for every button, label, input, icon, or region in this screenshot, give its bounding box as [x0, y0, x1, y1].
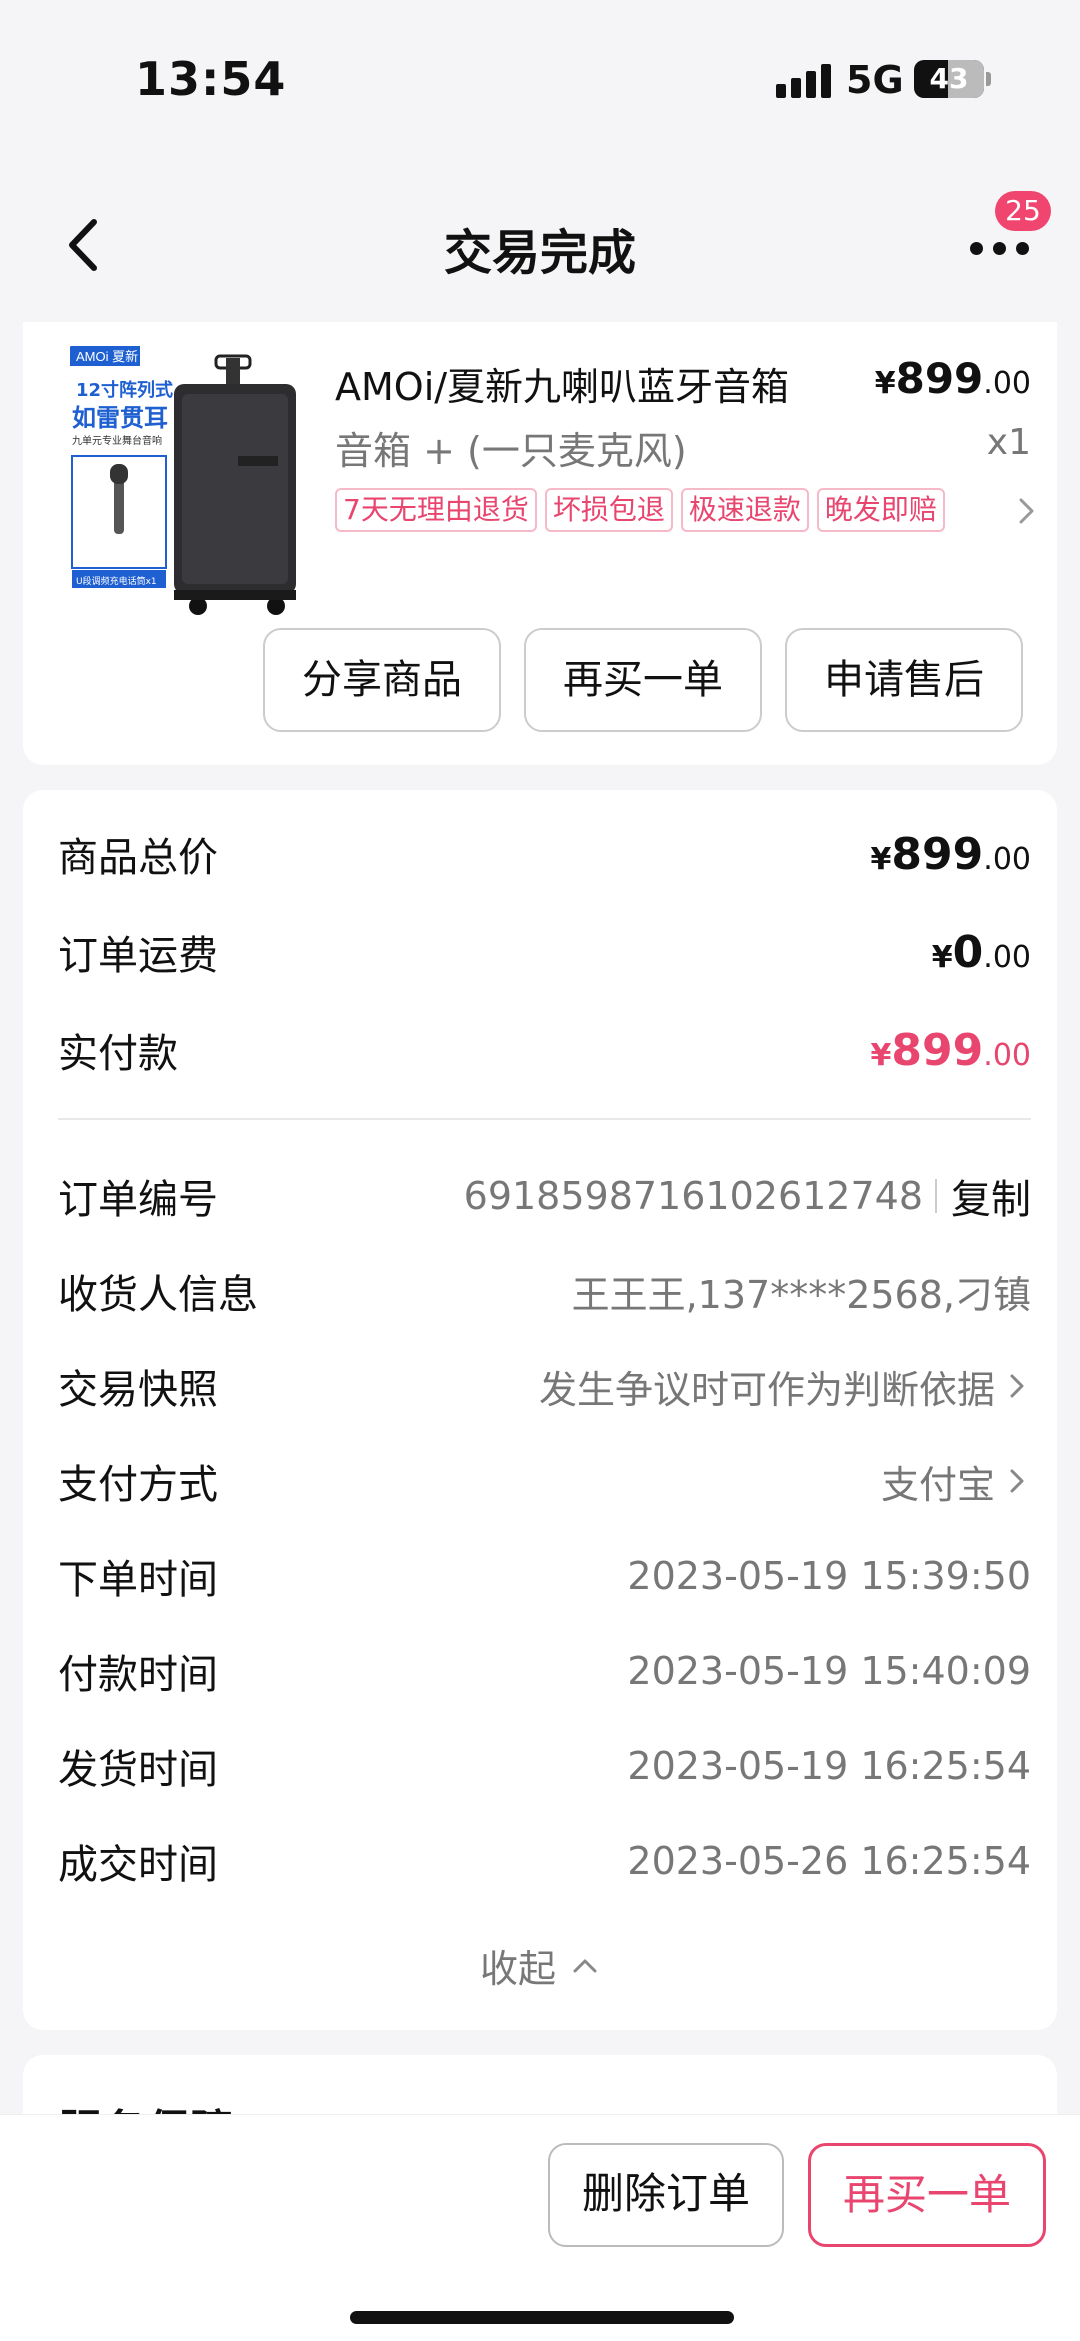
bottom-action-bar: 删除订单 再买一单: [0, 2114, 1080, 2341]
share-product-button[interactable]: 分享商品: [263, 628, 501, 732]
deal-time-label: 成交时间: [58, 1842, 218, 1888]
message-badge: 25: [995, 191, 1051, 231]
order-time-row: 下单时间 2023-05-19 15:39:50: [58, 1546, 1031, 1606]
order-number-row: 订单编号 6918598716102612748 复制: [58, 1166, 1031, 1226]
paid-amount-int: 899: [891, 1024, 984, 1076]
product-price-currency: ¥: [874, 366, 896, 401]
battery-icon: 43: [914, 60, 984, 98]
more-icon-dot: [993, 242, 1006, 255]
order-number-value: 6918598716102612748: [463, 1174, 923, 1218]
order-number-label: 订单编号: [58, 1177, 218, 1223]
service-tags[interactable]: 7天无理由退货 坏损包退 极速退款 晚发即赔: [335, 488, 953, 532]
paid-amount-label: 实付款: [58, 1031, 178, 1077]
home-indicator: [350, 2311, 734, 2324]
product-actions: 分享商品 再买一单 申请售后: [263, 628, 1046, 732]
paid-amount-value: ¥899.00: [871, 1025, 1031, 1076]
pay-time-value: 2023-05-19 15:40:09: [627, 1649, 1031, 1693]
chevron-right-icon[interactable]: [1011, 496, 1041, 526]
service-tag: 7天无理由退货: [335, 488, 537, 532]
snapshot-value: 发生争议时可作为判断依据: [538, 1367, 995, 1412]
chevron-up-icon: [573, 1959, 597, 1972]
shipping-fee-currency: ¥: [931, 939, 953, 975]
order-time-label: 下单时间: [58, 1557, 218, 1603]
shipping-fee-int: 0: [952, 926, 984, 978]
paid-amount-dec: .00: [983, 1037, 1031, 1073]
total-price-dec: .00: [983, 841, 1031, 877]
ship-time-value: 2023-05-19 16:25:54: [627, 1744, 1031, 1788]
total-price-label: 商品总价: [58, 835, 218, 881]
payment-method-value: 支付宝: [880, 1462, 995, 1507]
receiver-value: 王王王,137****2568,刁镇: [571, 1272, 1031, 1317]
product-quantity: x1: [986, 422, 1031, 463]
shipping-fee-row: 订单运费 ¥0.00: [58, 922, 1031, 982]
after-sale-button[interactable]: 申请售后: [785, 628, 1023, 732]
signal-icon: [776, 62, 832, 98]
service-tag: 晚发即赔: [816, 488, 945, 532]
pay-time-label: 付款时间: [58, 1652, 218, 1698]
more-button[interactable]: [960, 230, 1030, 270]
battery-level: 43: [929, 62, 969, 95]
thumb-line3: 九单元专业舞台音响: [72, 434, 162, 447]
thumb-line2: 如雷贯耳: [72, 404, 168, 432]
product-thumbnail[interactable]: AMOi 夏新 12寸阵列式 如雷贯耳 九单元专业舞台音响 U段调频充电话筒x1: [68, 344, 333, 629]
copy-button[interactable]: 复制: [951, 1167, 1031, 1225]
payment-method-label: 支付方式: [58, 1462, 218, 1508]
copy-separator: [935, 1179, 937, 1213]
deal-time-value: 2023-05-26 16:25:54: [627, 1839, 1031, 1883]
product-price: ¥899.00: [875, 354, 1031, 403]
shipping-fee-label: 订单运费: [58, 933, 218, 979]
ship-time-label: 发货时间: [58, 1747, 218, 1793]
network-label: 5G: [846, 58, 904, 102]
divider: [58, 1118, 1031, 1120]
shipping-fee-value: ¥0.00: [932, 927, 1031, 978]
rebuy-button[interactable]: 再买一单: [524, 628, 762, 732]
chevron-right-icon: [1010, 1469, 1024, 1493]
snapshot-row[interactable]: 交易快照 发生争议时可作为判断依据: [58, 1356, 1031, 1416]
ship-time-row: 发货时间 2023-05-19 16:25:54: [58, 1736, 1031, 1796]
thumb-brand: AMOi 夏新: [76, 349, 138, 364]
snapshot-label: 交易快照: [58, 1367, 218, 1413]
order-detail-card: 商品总价 ¥899.00 订单运费 ¥0.00 实付款 ¥899.00 订单编号…: [23, 790, 1057, 2030]
more-icon-dot: [1016, 242, 1029, 255]
battery-tip: [986, 72, 991, 86]
service-tag: 坏损包退: [544, 488, 673, 532]
product-card: AMOi 夏新 12寸阵列式 如雷贯耳 九单元专业舞台音响 U段调频充电话筒x1…: [23, 322, 1057, 765]
thumb-line1: 12寸阵列式: [76, 379, 173, 401]
chevron-right-icon: [1010, 1374, 1024, 1398]
delete-order-button[interactable]: 删除订单: [548, 2143, 784, 2247]
total-price-row: 商品总价 ¥899.00: [58, 824, 1031, 884]
payment-method-row[interactable]: 支付方式 支付宝: [58, 1451, 1031, 1511]
pay-time-row: 付款时间 2023-05-19 15:40:09: [58, 1641, 1031, 1701]
product-image: AMOi 夏新 12寸阵列式 如雷贯耳 九单元专业舞台音响 U段调频充电话筒x1: [68, 344, 333, 629]
status-bar: 13:54 5G 43: [0, 0, 1080, 150]
nav-header: 交易完成 25: [0, 180, 1080, 310]
thumb-line4: U段调频充电话筒x1: [76, 575, 157, 587]
product-title[interactable]: AMOi/夏新九喇叭蓝牙音箱: [335, 356, 855, 411]
total-price-int: 899: [891, 828, 984, 880]
receiver-row: 收货人信息 王王王,137****2568,刁镇: [58, 1261, 1031, 1321]
product-spec: 音箱 + (一只麦克风): [335, 429, 687, 473]
status-time: 13:54: [135, 52, 287, 106]
product-price-dec: .00: [983, 366, 1031, 401]
rebuy-order-button[interactable]: 再买一单: [808, 2143, 1046, 2247]
page-title: 交易完成: [443, 225, 636, 281]
more-icon: [970, 242, 983, 255]
shipping-fee-dec: .00: [983, 939, 1031, 975]
total-price-currency: ¥: [870, 841, 892, 877]
paid-amount-row: 实付款 ¥899.00: [58, 1020, 1031, 1080]
collapse-label: 收起: [479, 1947, 556, 1991]
total-price-value: ¥899.00: [871, 829, 1031, 880]
product-price-int: 899: [895, 354, 984, 403]
service-tag: 极速退款: [680, 488, 809, 532]
deal-time-row: 成交时间 2023-05-26 16:25:54: [58, 1831, 1031, 1891]
order-time-value: 2023-05-19 15:39:50: [627, 1554, 1031, 1598]
paid-amount-currency: ¥: [870, 1037, 892, 1073]
receiver-label: 收货人信息: [58, 1272, 258, 1318]
collapse-button[interactable]: 收起: [23, 1938, 1057, 1993]
